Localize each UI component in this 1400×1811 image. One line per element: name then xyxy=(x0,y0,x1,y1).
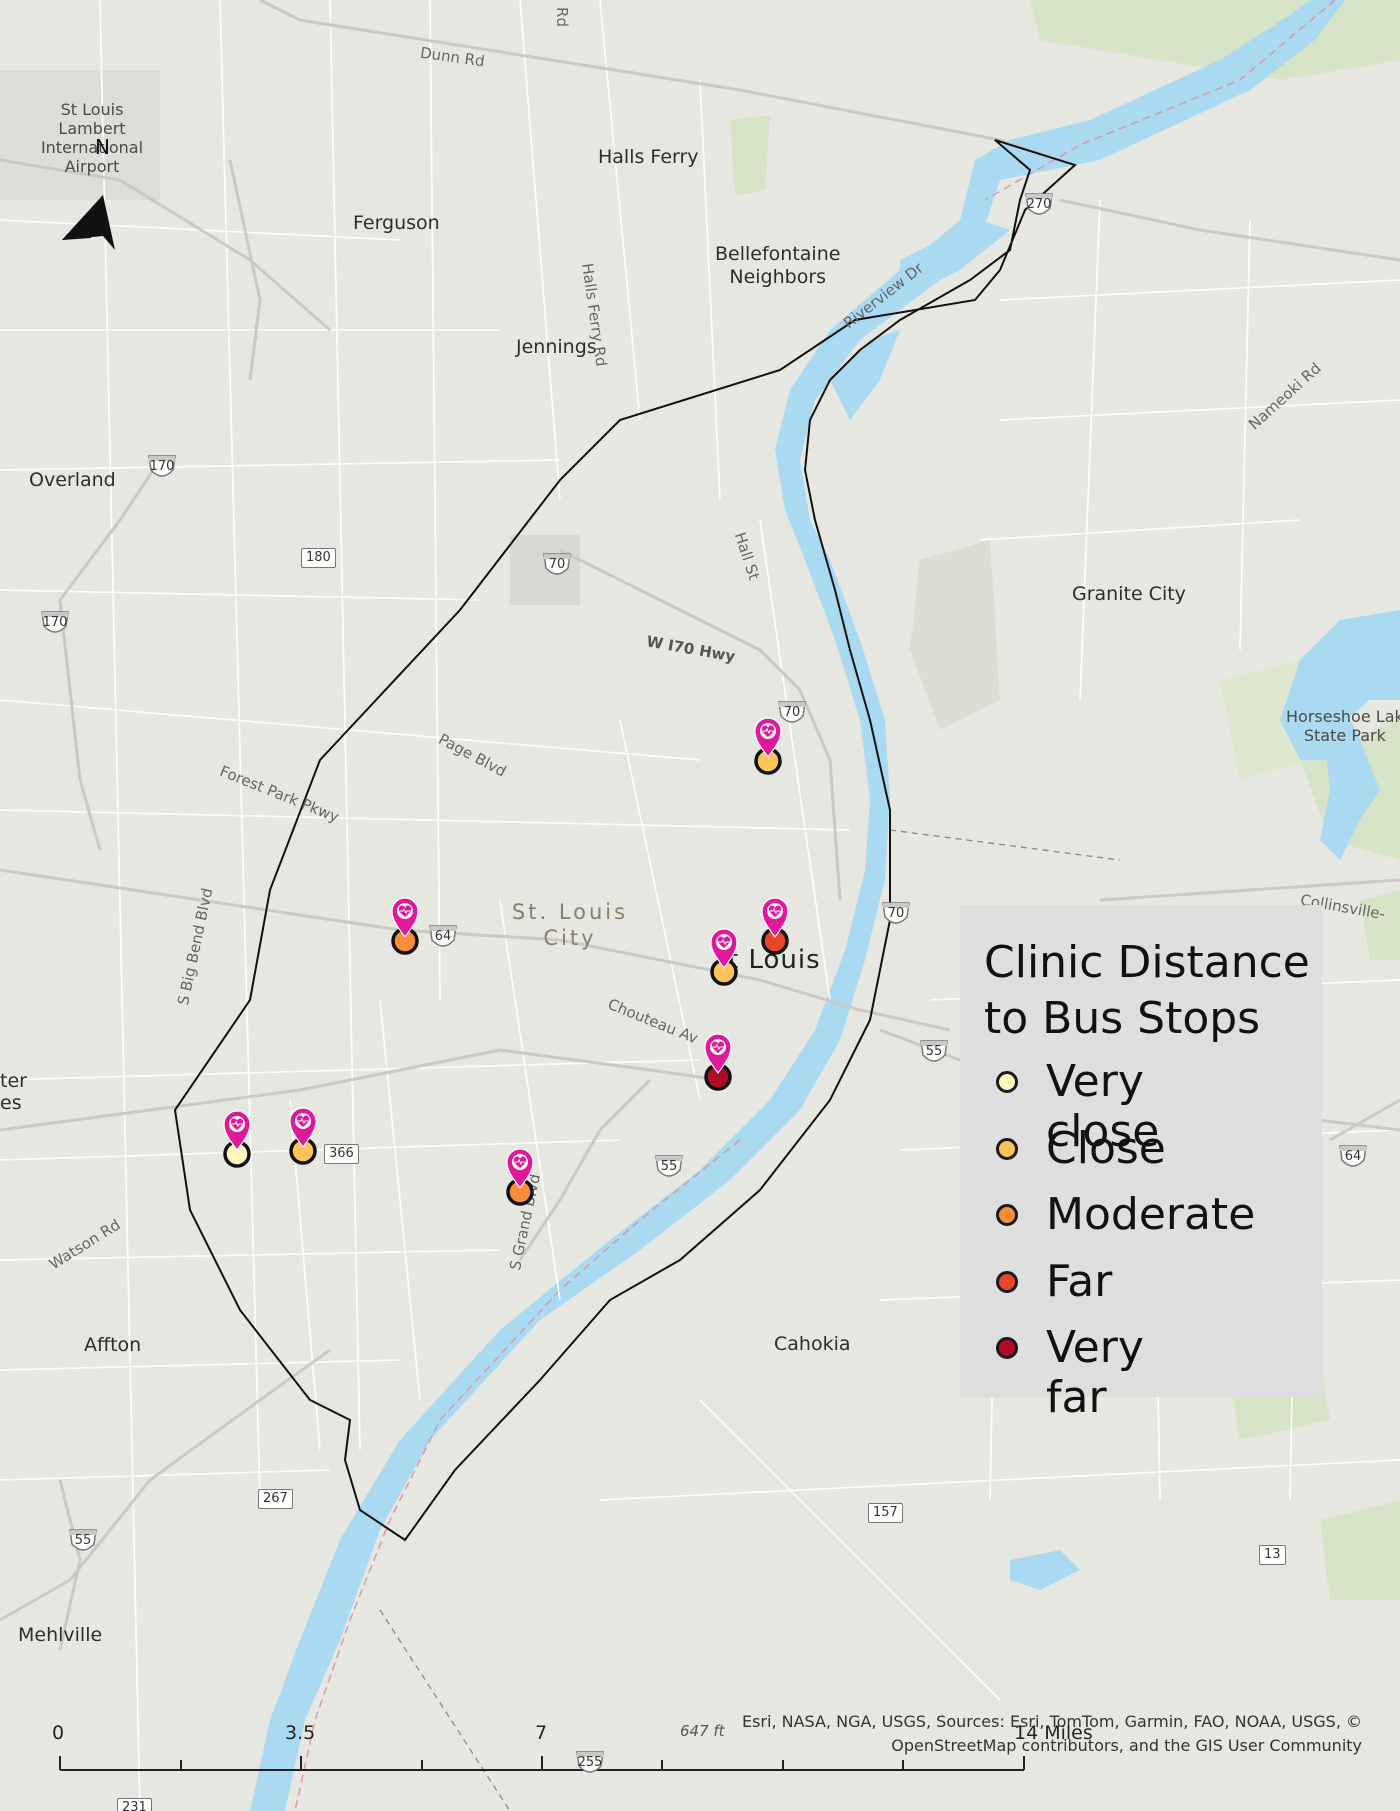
map-view[interactable]: 270 170 170 70 70 70 64 64 55 55 55 255 … xyxy=(0,0,1400,1811)
scale-label-0: 0 xyxy=(52,1722,65,1744)
route-366-shield: 366 xyxy=(324,1144,359,1164)
clinic-marker[interactable] xyxy=(222,1110,252,1172)
interstate-170-shield: 170 xyxy=(147,452,177,480)
scale-label-3-5: 3.5 xyxy=(285,1722,316,1744)
interstate-64-shield: 64 xyxy=(1338,1142,1368,1170)
interstate-255-shield: 255 xyxy=(575,1748,605,1776)
clinic-marker[interactable] xyxy=(288,1107,318,1169)
legend-swatch xyxy=(996,1071,1018,1093)
route-157-shield: 157 xyxy=(868,1503,903,1523)
legend-panel: Clinic Distance to Bus Stops Very close … xyxy=(960,905,1322,1423)
interstate-55-shield: 55 xyxy=(654,1152,684,1180)
interstate-70-shield: 70 xyxy=(542,550,572,578)
place-ferguson: Ferguson xyxy=(353,212,440,234)
interstate-55-shield: 55 xyxy=(68,1526,98,1554)
north-arrow-label: N xyxy=(95,135,110,159)
place-horseshoe-lake: Horseshoe Lak State Park xyxy=(1286,707,1400,745)
legend-swatch xyxy=(996,1204,1018,1226)
clinic-marker[interactable] xyxy=(760,897,790,959)
route-231-shield: 231 xyxy=(117,1798,152,1811)
route-180-shield: 180 xyxy=(301,548,336,568)
interstate-170-shield: 170 xyxy=(40,608,70,636)
route-267-shield: 267 xyxy=(258,1489,293,1509)
place-bellefontaine-neighbors: Bellefontaine Neighbors xyxy=(715,243,841,288)
legend-swatch xyxy=(996,1138,1018,1160)
legend-title: Clinic Distance to Bus Stops xyxy=(984,937,1310,1044)
place-affton: Affton xyxy=(84,1334,142,1356)
place-webster-groves: ter es xyxy=(0,1070,27,1114)
route-13-shield: 13 xyxy=(1259,1545,1286,1565)
road-rd-top: Rd xyxy=(552,7,571,27)
interstate-55-shield: 55 xyxy=(919,1037,949,1065)
airport-label: St Louis Lambert International Airport xyxy=(40,100,144,176)
interstate-64-shield: 64 xyxy=(428,922,458,950)
place-overland: Overland xyxy=(29,469,116,491)
place-halls-ferry: Halls Ferry xyxy=(598,146,699,168)
map-attribution: Esri, NASA, NGA, USGS, Sources: Esri, To… xyxy=(741,1712,1362,1755)
place-cahokia: Cahokia xyxy=(774,1333,851,1355)
clinic-marker[interactable] xyxy=(703,1033,733,1095)
place-granite-city: Granite City xyxy=(1072,583,1186,605)
interstate-270-shield: 270 xyxy=(1024,190,1054,218)
clinic-marker[interactable] xyxy=(505,1148,535,1210)
legend-swatch xyxy=(996,1271,1018,1293)
clinic-marker[interactable] xyxy=(709,928,739,990)
place-jennings: Jennings xyxy=(516,336,597,358)
interstate-70-shield: 70 xyxy=(881,899,911,927)
scale-label-7: 7 xyxy=(535,1722,548,1744)
place-st-louis-city: St. Louis City xyxy=(511,900,629,950)
elevation-label: 647 ft xyxy=(680,1722,725,1740)
legend-swatch xyxy=(996,1337,1018,1359)
place-mehlville: Mehlville xyxy=(18,1624,103,1646)
clinic-marker[interactable] xyxy=(390,897,420,959)
clinic-marker[interactable] xyxy=(753,717,783,779)
